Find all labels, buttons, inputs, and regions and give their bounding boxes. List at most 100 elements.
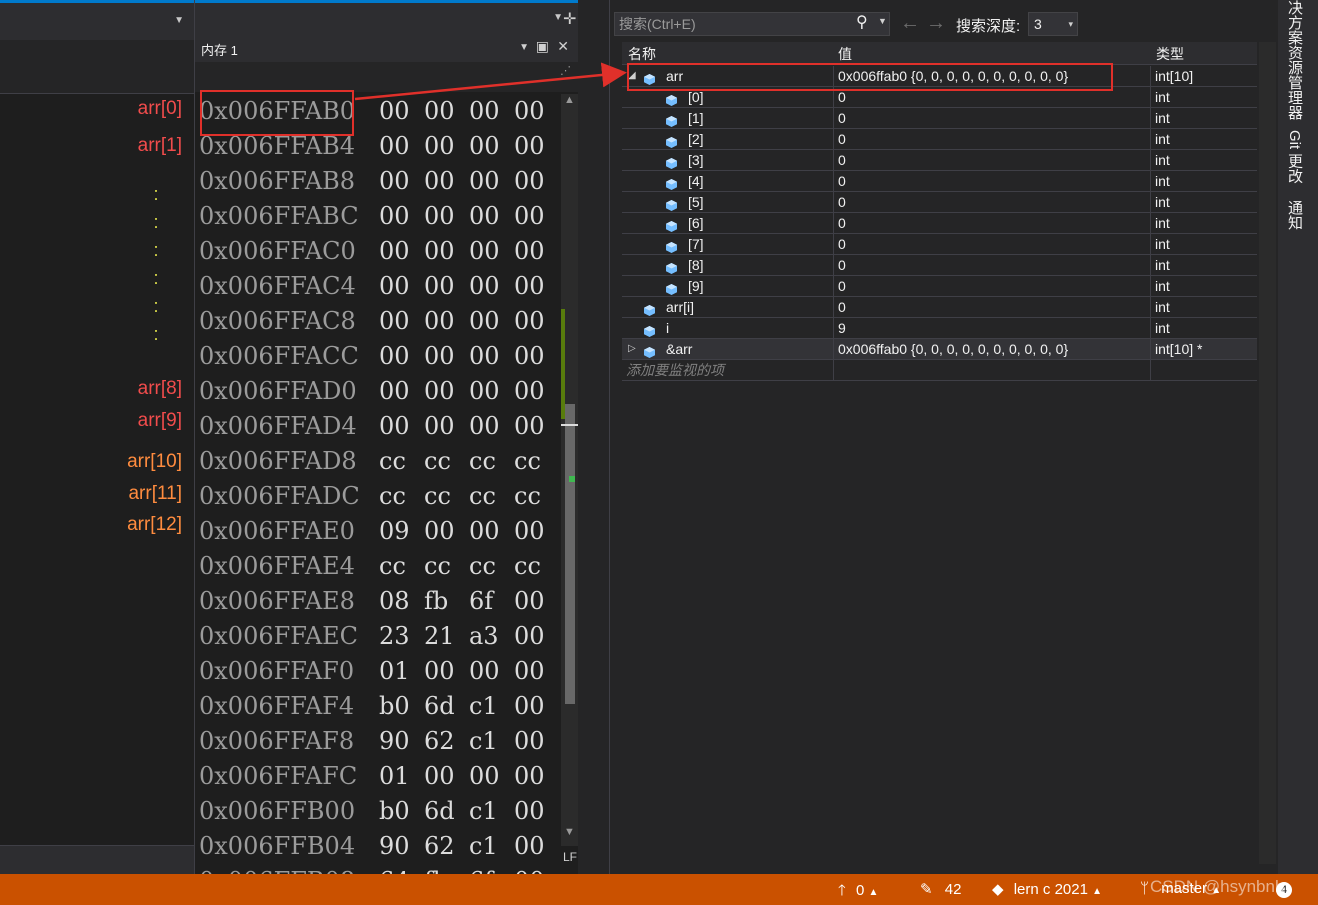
window-menu-icon[interactable]: ▼ (519, 42, 529, 53)
search-icon[interactable]: ⚲ (856, 12, 868, 32)
watch-value[interactable]: 0 (838, 234, 1148, 254)
memory-byte[interactable]: 00 (469, 654, 500, 689)
repository-indicator[interactable]: ◆ lern c 2021 ▲ (992, 880, 1102, 898)
watch-row[interactable]: i 9 int (622, 318, 1257, 339)
memory-byte[interactable]: b0 (379, 689, 410, 724)
memory-byte[interactable]: 00 (514, 514, 545, 549)
side-tab-git-changes[interactable]: Git 更改 (1284, 130, 1305, 183)
memory-byte[interactable]: 00 (424, 654, 455, 689)
memory-byte[interactable]: cc (469, 549, 496, 584)
watch-row[interactable]: [2] 0 int (622, 129, 1257, 150)
memory-byte[interactable]: cc (379, 479, 406, 514)
maximize-icon[interactable]: ▣ (536, 38, 549, 55)
watch-row[interactable]: [7] 0 int (622, 234, 1257, 255)
memory-byte[interactable]: 00 (514, 164, 545, 199)
arrow-right-icon[interactable]: → (926, 12, 946, 35)
memory-byte[interactable]: 00 (514, 234, 545, 269)
watch-value[interactable]: 0 (838, 297, 1148, 317)
memory-byte[interactable]: 00 (469, 514, 500, 549)
arrow-left-icon[interactable]: ← (900, 12, 920, 35)
watch-row[interactable]: arr[i] 0 int (622, 297, 1257, 318)
column-header-value[interactable]: 值 (838, 44, 852, 64)
memory-byte[interactable]: cc (379, 444, 406, 479)
watch-value[interactable]: 0 (838, 150, 1148, 170)
split-icon[interactable]: ✛ (563, 9, 577, 28)
memory-byte[interactable]: 6d (424, 689, 455, 724)
column-header-type[interactable]: 类型 (1156, 44, 1184, 64)
memory-byte[interactable]: 00 (514, 584, 545, 619)
memory-byte[interactable]: 00 (469, 129, 500, 164)
memory-byte[interactable]: 00 (379, 269, 410, 304)
memory-byte[interactable]: 00 (379, 339, 410, 374)
memory-byte[interactable]: a3 (469, 619, 499, 654)
editor-horizontal-scrollbar[interactable] (0, 845, 194, 874)
memory-byte[interactable]: 00 (379, 409, 410, 444)
memory-byte[interactable]: cc (469, 479, 496, 514)
watch-row[interactable]: ▷ &arr 0x006ffab0 {0, 0, 0, 0, 0, 0, 0, 0,… (622, 339, 1257, 360)
memory-byte[interactable]: 00 (424, 374, 455, 409)
memory-byte[interactable]: cc (424, 479, 451, 514)
watch-value[interactable]: 0 (838, 171, 1148, 191)
memory-byte[interactable]: 00 (514, 374, 545, 409)
memory-byte[interactable]: 62 (424, 724, 455, 759)
memory-byte[interactable]: cc (469, 444, 496, 479)
watch-value[interactable]: 0 (838, 129, 1148, 149)
add-watch-row[interactable]: 添加要监视的项 (622, 360, 1257, 381)
memory-byte[interactable]: 00 (424, 94, 455, 129)
memory-byte[interactable]: 21 (424, 619, 455, 654)
memory-byte[interactable]: 00 (379, 234, 410, 269)
memory-address-bar[interactable]: ⋰ (195, 62, 579, 92)
memory-byte[interactable]: 00 (514, 724, 545, 759)
watch-row[interactable]: [0] 0 int (622, 87, 1257, 108)
memory-byte[interactable]: 00 (469, 234, 500, 269)
line-ending-indicator[interactable]: LF (563, 850, 577, 864)
watch-row[interactable]: [8] 0 int (622, 255, 1257, 276)
column-header-name[interactable]: 名称 (628, 44, 656, 64)
memory-byte[interactable]: 00 (379, 129, 410, 164)
memory-byte[interactable]: 08 (379, 584, 410, 619)
side-tab-notifications[interactable]: 通知 (1284, 200, 1305, 230)
scroll-thumb[interactable] (565, 404, 575, 704)
memory-byte[interactable]: 00 (514, 94, 545, 129)
memory-byte[interactable]: 00 (514, 619, 545, 654)
memory-byte[interactable]: 00 (514, 759, 545, 794)
memory-byte[interactable]: 23 (379, 619, 410, 654)
editor-navigation-bar[interactable]: ▼ (0, 0, 194, 40)
memory-byte[interactable]: b0 (379, 794, 410, 829)
memory-byte[interactable]: 00 (469, 409, 500, 444)
watch-row[interactable]: [4] 0 int (622, 171, 1257, 192)
watch-row[interactable]: ◢ arr 0x006ffab0 {0, 0, 0, 0, 0, 0, 0, 0, … (622, 66, 1257, 87)
memory-byte[interactable]: cc (514, 444, 541, 479)
memory-byte[interactable]: 09 (379, 514, 410, 549)
watch-search-input[interactable]: 搜索(Ctrl+E) (614, 12, 890, 36)
memory-byte[interactable]: 00 (514, 654, 545, 689)
memory-byte[interactable]: cc (514, 479, 541, 514)
memory-byte[interactable]: 00 (424, 129, 455, 164)
watch-value[interactable]: 0x006ffab0 {0, 0, 0, 0, 0, 0, 0, 0, 0, 0… (838, 66, 1148, 86)
memory-byte[interactable]: cc (424, 444, 451, 479)
memory-byte[interactable]: 00 (424, 199, 455, 234)
watch-value[interactable]: 0 (838, 87, 1148, 107)
scroll-down-icon[interactable]: ▼ (564, 826, 575, 838)
close-icon[interactable]: ✕ (557, 38, 569, 55)
chevron-down-icon[interactable]: ▾ (1068, 13, 1073, 35)
memory-byte[interactable]: 00 (514, 829, 545, 864)
memory-byte[interactable]: cc (424, 549, 451, 584)
memory-byte[interactable]: 00 (514, 409, 545, 444)
memory-byte[interactable]: 6f (469, 584, 493, 619)
memory-byte[interactable]: 00 (514, 199, 545, 234)
more-options-icon[interactable]: ⋰ (560, 64, 571, 77)
memory-byte[interactable]: 00 (379, 94, 410, 129)
watch-value[interactable]: 9 (838, 318, 1148, 338)
memory-byte[interactable]: 00 (469, 164, 500, 199)
watch-value[interactable]: 0 (838, 192, 1148, 212)
memory-byte[interactable]: 01 (379, 759, 410, 794)
memory-byte[interactable]: cc (379, 549, 406, 584)
watch-row[interactable]: [1] 0 int (622, 108, 1257, 129)
search-depth-select[interactable]: 3 ▾ (1028, 12, 1078, 36)
memory-byte[interactable]: 00 (424, 514, 455, 549)
memory-byte[interactable]: cc (514, 549, 541, 584)
memory-byte[interactable]: c1 (469, 689, 498, 724)
chevron-down-icon[interactable]: ▼ (878, 16, 887, 26)
memory-byte[interactable]: 00 (424, 339, 455, 374)
